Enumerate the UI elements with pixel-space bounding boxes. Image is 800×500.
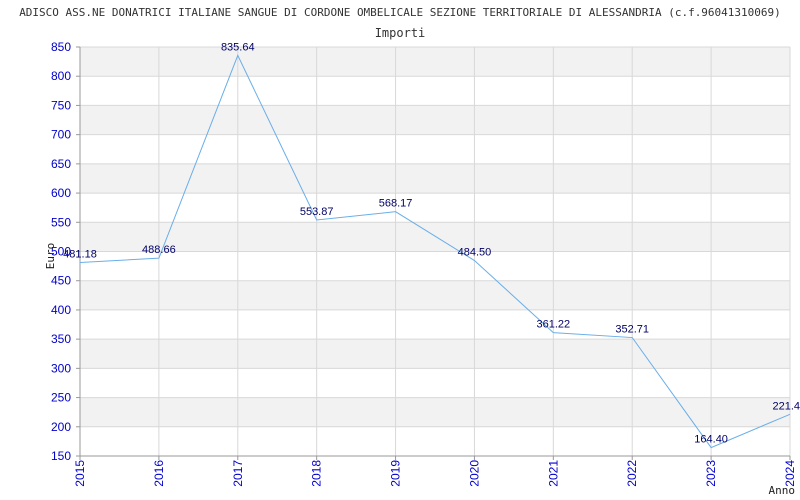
data-label: 484.50	[458, 247, 492, 259]
y-tick-label: 600	[51, 186, 71, 200]
grid-band	[80, 368, 790, 398]
y-tick-label: 800	[51, 69, 71, 83]
y-tick-label: 700	[51, 128, 71, 142]
data-label: 481.18	[63, 248, 97, 260]
x-tick-label: 2017	[231, 460, 245, 487]
grid-band	[80, 251, 790, 281]
y-tick-label: 400	[51, 303, 71, 317]
chart-subtitle: Importi	[375, 26, 426, 40]
x-tick-label: 2022	[625, 460, 639, 487]
grid-band	[80, 76, 790, 106]
x-tick-label: 2018	[310, 460, 324, 487]
chart-title: ADISCO ASS.NE DONATRICI ITALIANE SANGUE …	[19, 6, 781, 19]
x-tick-label: 2024	[783, 460, 797, 487]
data-label: 568.17	[379, 198, 413, 210]
grid-band	[80, 163, 790, 194]
x-tick-label: 2016	[152, 460, 166, 487]
data-label: 221.4	[772, 400, 800, 412]
y-axis-label: Euro	[44, 243, 57, 270]
x-tick-label: 2020	[467, 460, 481, 487]
x-tick-label: 2015	[73, 460, 87, 487]
grid-band	[80, 426, 790, 456]
x-tick-labels: 2015 2016 2017 2018 2019 2020 2021 2022 2023 2024	[73, 460, 797, 487]
grid-band	[80, 339, 790, 369]
y-tick-label: 250	[51, 391, 71, 405]
data-label: 553.87	[300, 206, 334, 218]
y-tick-label: 350	[51, 332, 71, 346]
y-tick-label: 650	[51, 157, 71, 171]
y-tick-label: 450	[51, 274, 71, 288]
y-tick-label: 200	[51, 420, 71, 434]
grid-band	[80, 193, 790, 223]
grid-band	[80, 397, 790, 427]
data-label: 835.64	[221, 41, 255, 53]
grid-band	[80, 134, 790, 164]
y-tick-label: 850	[51, 40, 71, 54]
grid-band	[80, 47, 790, 77]
x-tick-label: 2023	[704, 460, 718, 487]
grid-band	[80, 105, 790, 135]
x-tick-label: 2021	[546, 460, 560, 487]
data-label: 164.40	[694, 434, 728, 446]
y-tick-label: 750	[51, 98, 71, 112]
x-tick-label: 2019	[389, 460, 403, 487]
data-label: 488.66	[142, 244, 176, 256]
line-chart: 1502002503003504004505005506006507007508…	[19, 6, 800, 497]
grid-band	[80, 309, 790, 340]
data-label: 361.22	[537, 319, 571, 331]
y-tick-label: 550	[51, 215, 71, 229]
grid-band	[80, 280, 790, 310]
x-axis-label: Anno	[769, 484, 796, 497]
data-label: 352.71	[615, 324, 649, 336]
y-tick-label: 300	[51, 361, 71, 375]
y-tick-label: 150	[51, 449, 71, 463]
grid-band	[80, 222, 790, 252]
